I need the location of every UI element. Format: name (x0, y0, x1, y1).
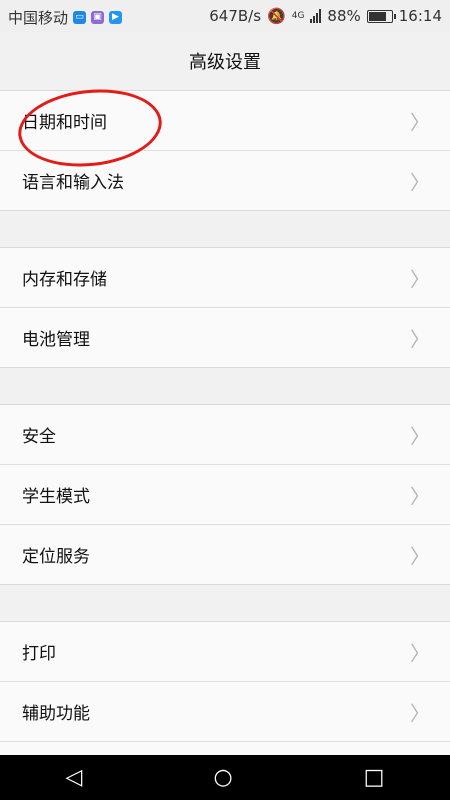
setting-print[interactable]: 打印 〉 (0, 622, 450, 681)
status-left: 中国移动 ▭ ▣ ▶ (8, 7, 123, 28)
setting-label: 内存和存储 (22, 270, 107, 290)
chevron-right-icon: 〉 (410, 701, 430, 725)
setting-label: 安全 (22, 427, 56, 447)
back-icon[interactable]: ◁ (66, 765, 83, 790)
chevron-right-icon: 〉 (410, 267, 430, 291)
page-title-text: 高级设置 (189, 52, 261, 73)
chevron-right-icon: 〉 (410, 484, 430, 508)
setting-location[interactable]: 定位服务 〉 (0, 524, 450, 584)
carrier-label: 中国移动 (8, 9, 69, 27)
battery-icon (366, 9, 396, 23)
settings-list: 日期和时间〉 语言和输入法〉 内存和存储〉 电池管理〉 安全〉 学生模式〉 定位… (0, 90, 450, 763)
chevron-right-icon: 〉 (410, 110, 430, 134)
navigation-bar: ◁ ○ □ (0, 755, 450, 800)
chevron-right-icon: 〉 (410, 170, 430, 194)
group-gap (0, 585, 450, 621)
setting-label: 辅助功能 (22, 704, 90, 724)
clock: 16:14 (398, 7, 442, 25)
chevron-right-icon: 〉 (410, 544, 430, 568)
setting-battery[interactable]: 电池管理 〉 (0, 307, 450, 367)
status-bar: 中国移动 ▭ ▣ ▶ 647B/s 🔕 4G 88% 16:14 (0, 0, 450, 32)
setting-memory-storage[interactable]: 内存和存储 〉 (0, 248, 450, 307)
setting-label: 学生模式 (22, 487, 90, 507)
setting-label: 电池管理 (22, 330, 90, 350)
network-type: 4G (291, 11, 305, 21)
chevron-right-icon: 〉 (410, 424, 430, 448)
chevron-right-icon: 〉 (410, 641, 430, 665)
signal-icon (310, 9, 322, 23)
group-gap (0, 211, 450, 247)
group-gap (0, 368, 450, 404)
message-app-icon: ▭ (73, 11, 87, 24)
gallery-app-icon: ▣ (91, 11, 105, 24)
recent-apps-icon[interactable]: □ (364, 765, 385, 790)
settings-group: 打印〉 辅助功能〉 (0, 621, 450, 763)
settings-group: 内存和存储〉 电池管理〉 (0, 247, 450, 368)
setting-label: 定位服务 (22, 547, 90, 567)
chevron-right-icon: 〉 (410, 327, 430, 351)
status-right: 647B/s 🔕 4G 88% 16:14 (209, 7, 442, 25)
network-speed: 647B/s (209, 7, 262, 25)
setting-security[interactable]: 安全 〉 (0, 405, 450, 464)
setting-label: 语言和输入法 (22, 173, 124, 193)
settings-group: 安全〉 学生模式〉 定位服务〉 (0, 404, 450, 585)
setting-accessibility[interactable]: 辅助功能 〉 (0, 681, 450, 741)
home-icon[interactable]: ○ (213, 765, 232, 790)
video-app-icon: ▶ (109, 11, 123, 24)
setting-student-mode[interactable]: 学生模式 〉 (0, 464, 450, 524)
setting-label: 打印 (22, 644, 56, 664)
mute-icon: 🔕 (267, 7, 286, 25)
battery-percent: 88% (327, 7, 361, 25)
page-title: 高级设置 (0, 32, 450, 90)
